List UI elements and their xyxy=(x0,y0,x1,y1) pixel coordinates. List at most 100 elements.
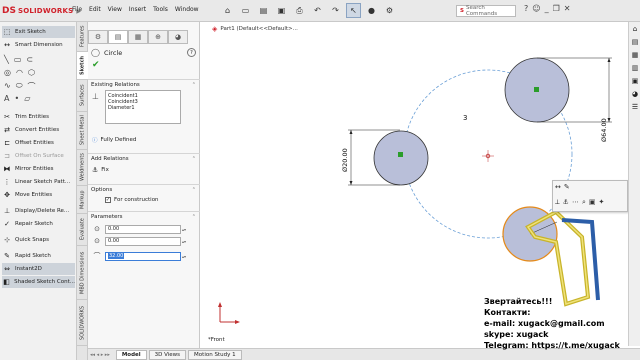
display-manager-tab-icon[interactable]: ◕ xyxy=(168,30,188,44)
rectangle-icon[interactable]: ▭ xyxy=(14,55,22,64)
options-icon[interactable]: ⚙ xyxy=(382,3,397,18)
save-icon[interactable]: ▣ xyxy=(274,3,289,18)
tab-navigation-arrows[interactable]: ◂◂ ◂ ▸ ▸▸ xyxy=(90,352,110,358)
tab-solidworks-addins[interactable]: SOLIDWORKS xyxy=(77,300,88,346)
spline-icon[interactable]: ∿ xyxy=(4,81,11,92)
line-icon[interactable]: ╲ xyxy=(4,55,9,64)
custom-properties-icon[interactable]: ☰ xyxy=(630,103,640,113)
ok-check-icon[interactable]: ✔ xyxy=(92,60,100,70)
tab-model[interactable]: Model xyxy=(115,349,147,360)
center-point-left[interactable] xyxy=(398,152,403,157)
spinner-icon[interactable]: ▴▾ xyxy=(182,254,186,259)
zoom-icon[interactable]: ⌕ xyxy=(582,198,586,207)
menu-file[interactable]: File xyxy=(72,6,82,13)
user-icon[interactable]: ☺ xyxy=(532,4,540,13)
smart-dimension-button[interactable]: ↔ Smart Dimension xyxy=(2,39,75,51)
list-item[interactable]: Diameter1 xyxy=(108,105,178,111)
view-normal-icon[interactable]: ▣ xyxy=(589,198,596,207)
move-entities-button[interactable]: ✥ Move Entities xyxy=(2,189,75,201)
parameters-header[interactable]: Parameters ⌃ xyxy=(88,211,200,221)
tab-sheet-metal[interactable]: Sheet Metal xyxy=(77,112,88,150)
center-y-field[interactable]: 0.00 xyxy=(105,236,181,246)
file-explorer-icon[interactable]: ▥ xyxy=(630,64,640,74)
offset-entities-button[interactable]: ⊏ Offset Entities xyxy=(2,137,75,149)
restore-icon[interactable]: ❐ xyxy=(553,4,560,13)
for-construction-checkbox[interactable]: ✓ xyxy=(105,197,111,203)
exit-sketch-button[interactable]: ⬚ Exit Sketch xyxy=(2,26,75,38)
menu-insert[interactable]: Insert xyxy=(129,6,146,13)
measure-icon[interactable]: ✦ xyxy=(599,198,605,207)
feature-manager-tab-icon[interactable]: ⚙ xyxy=(88,30,108,44)
rebuild-icon[interactable]: ● xyxy=(364,3,379,18)
ellipse-icon[interactable]: ⬭ xyxy=(16,81,23,92)
arc-icon[interactable]: ◠ xyxy=(16,68,23,77)
undo-icon[interactable]: ↶ xyxy=(310,3,325,18)
menu-tools[interactable]: Tools xyxy=(153,6,168,13)
help-icon[interactable]: ? xyxy=(187,48,196,57)
minimize-icon[interactable]: _ xyxy=(545,4,549,13)
new-file-icon[interactable]: ▭ xyxy=(238,3,253,18)
tab-sketch[interactable]: Sketch xyxy=(77,52,88,80)
instant2d-button[interactable]: ⇔ Instant2D xyxy=(2,263,75,275)
construction-icon[interactable]: ⋯ xyxy=(572,198,579,207)
convert-entities-button[interactable]: ⇄ Convert Entities xyxy=(2,124,75,136)
quick-snaps-button[interactable]: ⊹ Quick Snaps xyxy=(2,234,75,246)
center-x-field[interactable]: 0.00 xyxy=(105,224,181,234)
text-icon[interactable]: A xyxy=(4,94,9,103)
tab-weldments[interactable]: Weldments xyxy=(77,150,88,186)
smart-dimension-icon[interactable]: ↔ xyxy=(555,183,561,191)
home-icon[interactable]: ⌂ xyxy=(220,3,235,18)
tab-mbd-dimensions[interactable]: MBD Dimensions xyxy=(77,246,88,300)
mirror-entities-button[interactable]: ⧓ Mirror Entities xyxy=(2,163,75,175)
display-delete-relations-button[interactable]: ⊥ Display/Delete Re... xyxy=(2,205,75,217)
radius-field[interactable]: 32.00 xyxy=(105,251,181,261)
slot-icon[interactable]: ⊂ xyxy=(26,55,33,64)
existing-relations-header[interactable]: Existing Relations ⌃ xyxy=(88,79,200,89)
shaded-sketch-contours-button[interactable]: ◧ Shaded Sketch Cont... xyxy=(2,276,75,288)
rapid-sketch-button[interactable]: ✎ Rapid Sketch xyxy=(2,250,75,262)
property-manager-tab-icon[interactable]: ▤ xyxy=(108,30,128,44)
for-construction-option[interactable]: ✓ For construction xyxy=(105,197,159,203)
options-header[interactable]: Options ⌃ xyxy=(88,184,200,194)
linear-pattern-button[interactable]: ⋮ Linear Sketch Patt... xyxy=(2,176,75,188)
help-icon[interactable]: ? xyxy=(524,4,528,13)
tab-3d-views[interactable]: 3D Views xyxy=(148,349,187,360)
menu-view[interactable]: View xyxy=(108,6,122,13)
configuration-manager-tab-icon[interactable]: ▦ xyxy=(128,30,148,44)
menu-edit[interactable]: Edit xyxy=(89,6,101,13)
fix-relation-button[interactable]: ⚓ Fix xyxy=(92,166,109,174)
tab-motion-study[interactable]: Motion Study 1 xyxy=(188,349,242,360)
dimxpert-tab-icon[interactable]: ⊕ xyxy=(148,30,168,44)
small-circle-left[interactable] xyxy=(373,130,429,186)
tab-features[interactable]: Features xyxy=(77,22,88,52)
spinner-icon[interactable]: ▴▾ xyxy=(182,239,186,244)
plane-icon[interactable]: ▱ xyxy=(24,94,30,103)
open-icon[interactable]: ▤ xyxy=(256,3,271,18)
center-point-top[interactable] xyxy=(534,87,539,92)
relation-icon[interactable]: ⟂ xyxy=(555,198,560,207)
design-library-icon[interactable]: ▦ xyxy=(630,51,640,61)
solidworks-logo[interactable]: DS SOLIDWORKS ▶ xyxy=(2,2,81,20)
appearances-icon[interactable]: ◕ xyxy=(630,90,640,100)
close-icon[interactable]: ✕ xyxy=(564,4,571,13)
dimension-diameter-64[interactable]: Ø64.00 xyxy=(600,118,608,142)
offset-on-surface-button[interactable]: ⊐ Offset On Surface xyxy=(2,150,75,162)
fix-icon[interactable]: ⚓ xyxy=(563,198,569,207)
trim-entities-button[interactable]: ✂ Trim Entities xyxy=(2,111,75,123)
point-icon[interactable]: • xyxy=(14,94,19,103)
fillet-icon[interactable]: ⌒ xyxy=(28,81,36,92)
circle-icon[interactable]: ◎ xyxy=(4,68,11,77)
spinner-icon[interactable]: ▴▾ xyxy=(182,227,186,232)
select-icon[interactable]: ↖ xyxy=(346,3,361,18)
sketch-icon[interactable]: ✎ xyxy=(564,183,570,191)
print-icon[interactable]: ⎙ xyxy=(292,3,307,18)
home-icon[interactable]: ⌂ xyxy=(630,25,640,35)
redo-icon[interactable]: ↷ xyxy=(328,3,343,18)
repair-sketch-button[interactable]: ✓ Repair Sketch xyxy=(2,218,75,230)
search-commands-input[interactable]: S Search Commands xyxy=(456,5,516,17)
tab-surfaces[interactable]: Surfaces xyxy=(77,80,88,112)
tab-evaluate[interactable]: Evaluate xyxy=(77,214,88,246)
tab-markup[interactable]: Markup xyxy=(77,186,88,214)
polygon-icon[interactable]: ⬡ xyxy=(28,68,35,77)
view-palette-icon[interactable]: ▣ xyxy=(630,77,640,87)
